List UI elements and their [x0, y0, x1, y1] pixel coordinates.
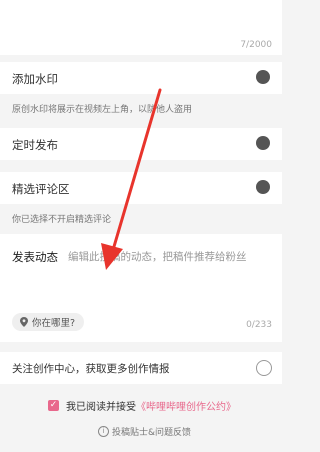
annotation-arrow	[101, 88, 162, 270]
